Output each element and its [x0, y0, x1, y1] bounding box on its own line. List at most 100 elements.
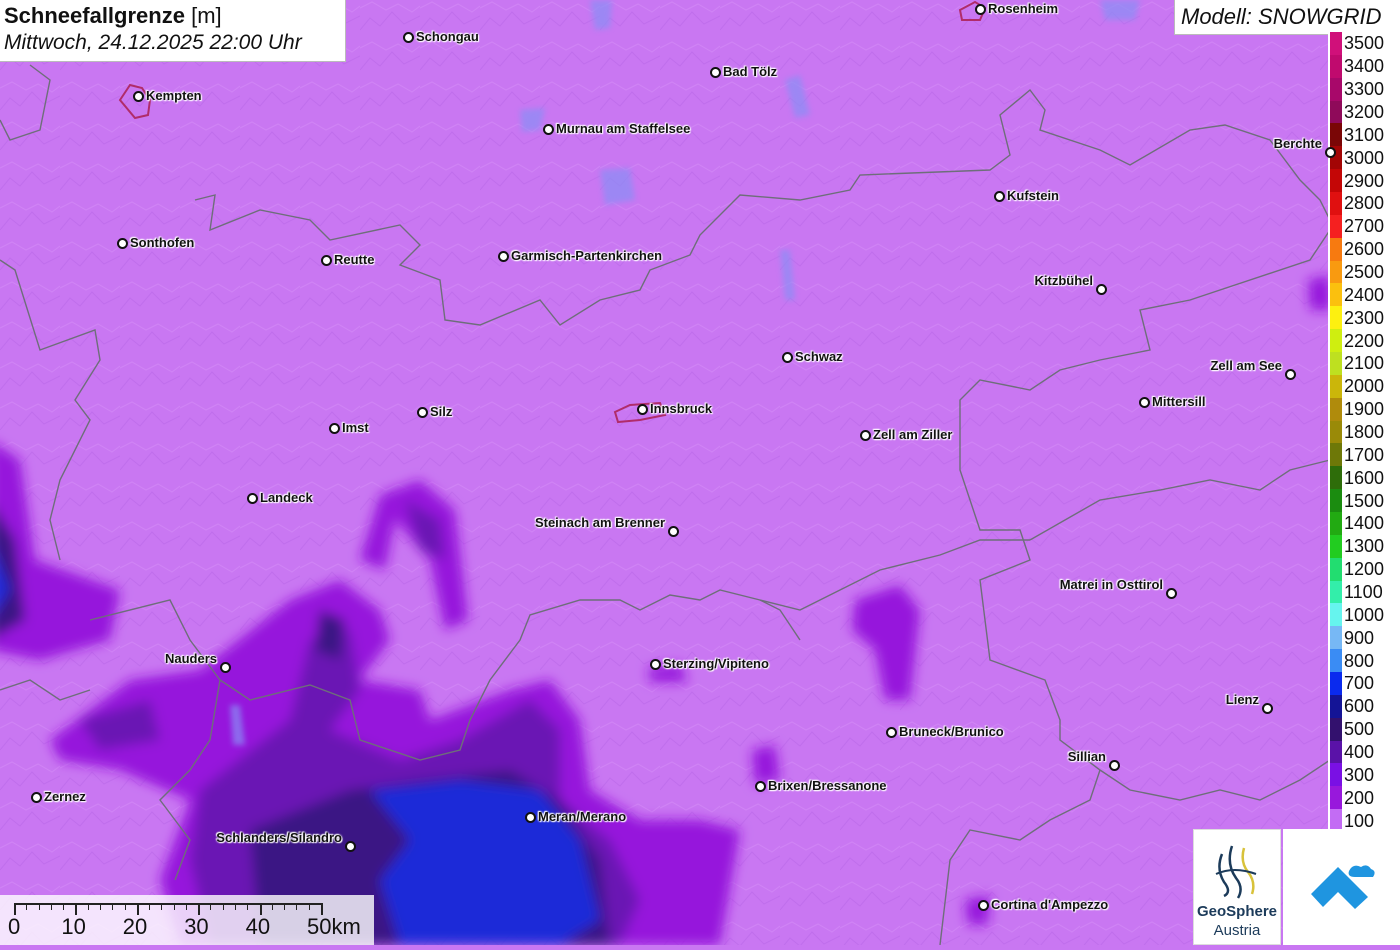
legend-swatch [1330, 740, 1342, 764]
scale-minor-tick [247, 903, 249, 910]
legend-swatch [1330, 123, 1342, 147]
city-label[interactable]: Sillian [1068, 749, 1106, 764]
legend-label: 2800 [1344, 193, 1385, 214]
legend-label: 3100 [1344, 124, 1385, 145]
city-label[interactable]: Landeck [260, 490, 313, 505]
legend-label: 900 [1344, 627, 1375, 648]
city-dot [710, 67, 721, 78]
city-dot [978, 900, 989, 911]
legend-label: 1900 [1344, 399, 1385, 420]
legend-label: 3000 [1344, 147, 1385, 168]
city-dot [650, 659, 661, 670]
legend-swatch [1330, 580, 1342, 604]
city-label[interactable]: Zell am See [1210, 358, 1282, 373]
city-dot [417, 407, 428, 418]
legend-swatch [1330, 77, 1342, 102]
legend-label: 700 [1344, 673, 1375, 694]
city-label[interactable]: Rosenheim [988, 1, 1058, 16]
scale-label: 0 [8, 914, 21, 939]
city-label[interactable]: Mittersill [1152, 394, 1205, 409]
city-dot [1109, 760, 1120, 771]
city-label[interactable]: Silz [430, 404, 452, 419]
city-label[interactable]: Sterzing/Vipiteno [663, 656, 769, 671]
legend-swatch [1330, 306, 1342, 330]
city-label[interactable]: Garmisch-Partenkirchen [511, 248, 662, 263]
legend-swatch [1330, 557, 1342, 582]
city-label[interactable]: Nauders [165, 651, 217, 666]
city-label[interactable]: Schlanders/Silandro [216, 830, 342, 845]
city-label[interactable]: Kempten [146, 88, 202, 103]
city-dot [755, 781, 766, 792]
legend-label: 2900 [1344, 170, 1385, 191]
city-label[interactable]: Bruneck/Brunico [899, 724, 1004, 739]
city-dot [668, 526, 679, 537]
legend-label: 3400 [1344, 56, 1385, 77]
city-label[interactable]: Berchte [1274, 136, 1322, 151]
scale-minor-tick [63, 903, 65, 910]
scale-minor-tick [308, 903, 310, 910]
city-dot [403, 32, 414, 43]
city-label[interactable]: Meran/Merano [538, 809, 626, 824]
scale-label: 20 [122, 914, 148, 939]
legend-label: 3300 [1344, 79, 1385, 100]
legend-label: 800 [1344, 650, 1375, 671]
variable-name: Schneefallgrenze [4, 3, 185, 28]
snowfall-line-map[interactable] [0, 0, 1400, 945]
legend-swatch [1330, 237, 1342, 262]
scale-minor-tick [284, 903, 286, 910]
legend-label: 1500 [1344, 490, 1385, 511]
scale-label: 40 [245, 914, 271, 939]
city-label[interactable]: Imst [342, 420, 369, 435]
legend-label: 1300 [1344, 536, 1385, 557]
city-label[interactable]: Steinach am Brenner [535, 515, 665, 530]
forecast-datetime: Mittwoch, 24.12.2025 22:00 Uhr [4, 31, 302, 54]
city-label[interactable]: Kitzbühel [1035, 273, 1094, 288]
legend-swatch [1330, 352, 1342, 376]
scale-minor-tick [149, 903, 151, 910]
city-label[interactable]: Murnau am Staffelsee [556, 121, 690, 136]
legend-label: 2100 [1344, 353, 1385, 374]
city-label[interactable]: Cortina d'Ampezzo [991, 897, 1108, 912]
city-dot [133, 91, 144, 102]
city-label[interactable]: Zernez [44, 789, 86, 804]
city-dot [525, 812, 536, 823]
city-label[interactable]: Innsbruck [650, 401, 712, 416]
legend-label: 300 [1344, 764, 1375, 785]
legend-label: 2200 [1344, 330, 1385, 351]
city-label[interactable]: Brixen/Bressanone [768, 778, 887, 793]
legend-label: 1800 [1344, 422, 1385, 442]
city-label[interactable]: Sonthofen [130, 235, 194, 250]
city-label[interactable]: Kufstein [1007, 188, 1059, 203]
scale-minor-tick [124, 903, 126, 910]
legend-label: 1100 [1344, 582, 1383, 602]
legend-swatch [1330, 534, 1342, 559]
city-label[interactable]: Matrei in Osttirol [1060, 577, 1163, 592]
legend-label: 2300 [1344, 307, 1385, 328]
city-label[interactable]: Reutte [334, 252, 374, 267]
city-dot [1262, 703, 1273, 714]
legend-label: 2700 [1344, 216, 1385, 237]
city-dot [1285, 369, 1296, 380]
city-label[interactable]: Zell am Ziller [873, 427, 952, 442]
city-label[interactable]: Schongau [416, 29, 479, 44]
color-legend: 3500 3400 3300 3200 3100 3000 2900 2800 2700 2600… [1328, 32, 1400, 833]
city-label[interactable]: Lienz [1226, 692, 1259, 707]
geosphere-country: Austria [1213, 922, 1261, 939]
city-dot [498, 251, 509, 262]
map-title: Schneefallgrenze [m] [4, 3, 341, 29]
legend-swatch [1330, 283, 1342, 307]
legend-swatch [1330, 192, 1342, 216]
city-label[interactable]: Schwaz [795, 349, 843, 364]
city-label[interactable]: Bad Tölz [723, 64, 777, 79]
city-dot [1166, 588, 1177, 599]
legend-swatch [1330, 512, 1342, 536]
legend-label: 3500 [1344, 33, 1385, 54]
legend-label: 1000 [1344, 604, 1385, 625]
legend-swatch [1330, 374, 1342, 399]
legend-swatch [1330, 717, 1342, 742]
scale-minor-tick [161, 903, 163, 910]
legend-swatch [1330, 603, 1342, 627]
scale-minor-tick [50, 903, 52, 910]
legend-label: 1200 [1344, 559, 1385, 580]
legend-label: 600 [1344, 696, 1375, 717]
